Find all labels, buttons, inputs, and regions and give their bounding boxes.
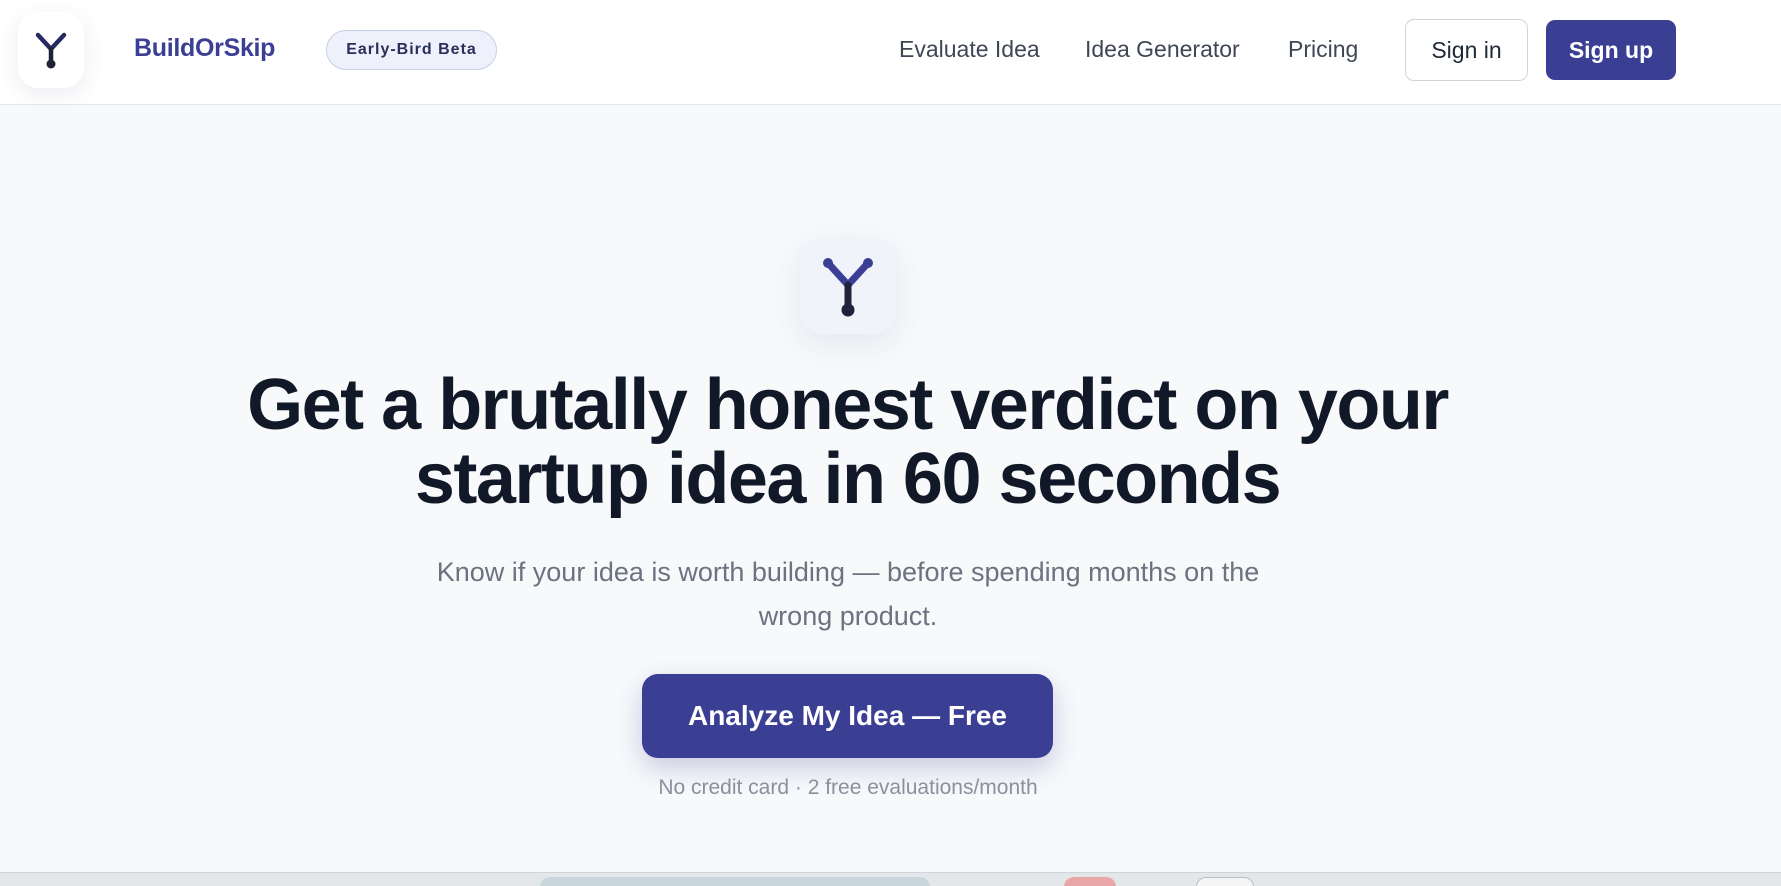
brand-name-link[interactable]: BuildOrSkip xyxy=(134,34,275,63)
cta-note: No credit card · 2 free evaluations/mont… xyxy=(658,776,1038,799)
nav-link-pricing[interactable]: Pricing xyxy=(1288,36,1358,63)
preview-image-strip xyxy=(0,872,1781,886)
brand-logo-link[interactable] xyxy=(18,12,84,88)
early-bird-beta-badge: Early-Bird Beta xyxy=(326,30,497,70)
preview-shape xyxy=(540,877,930,886)
nav-link-evaluate-idea[interactable]: Evaluate Idea xyxy=(899,36,1040,63)
sign-in-button[interactable]: Sign in xyxy=(1405,19,1528,81)
hero-subheadline: Know if your idea is worth building — be… xyxy=(436,557,1260,631)
y-fork-logo-icon xyxy=(35,32,67,69)
hero-headline: Get a brutally honest verdict on your st… xyxy=(247,365,1449,519)
preview-shape xyxy=(1064,877,1116,886)
analyze-idea-cta-button[interactable]: Analyze My Idea — Free xyxy=(642,674,1053,758)
nav-link-idea-generator[interactable]: Idea Generator xyxy=(1085,36,1240,63)
preview-shape xyxy=(1196,877,1254,886)
top-navbar: BuildOrSkip Early-Bird Beta Evaluate Ide… xyxy=(0,0,1781,105)
hero-logo xyxy=(800,238,896,334)
y-fork-logo-icon xyxy=(823,258,873,317)
sign-up-button[interactable]: Sign up xyxy=(1546,20,1676,80)
